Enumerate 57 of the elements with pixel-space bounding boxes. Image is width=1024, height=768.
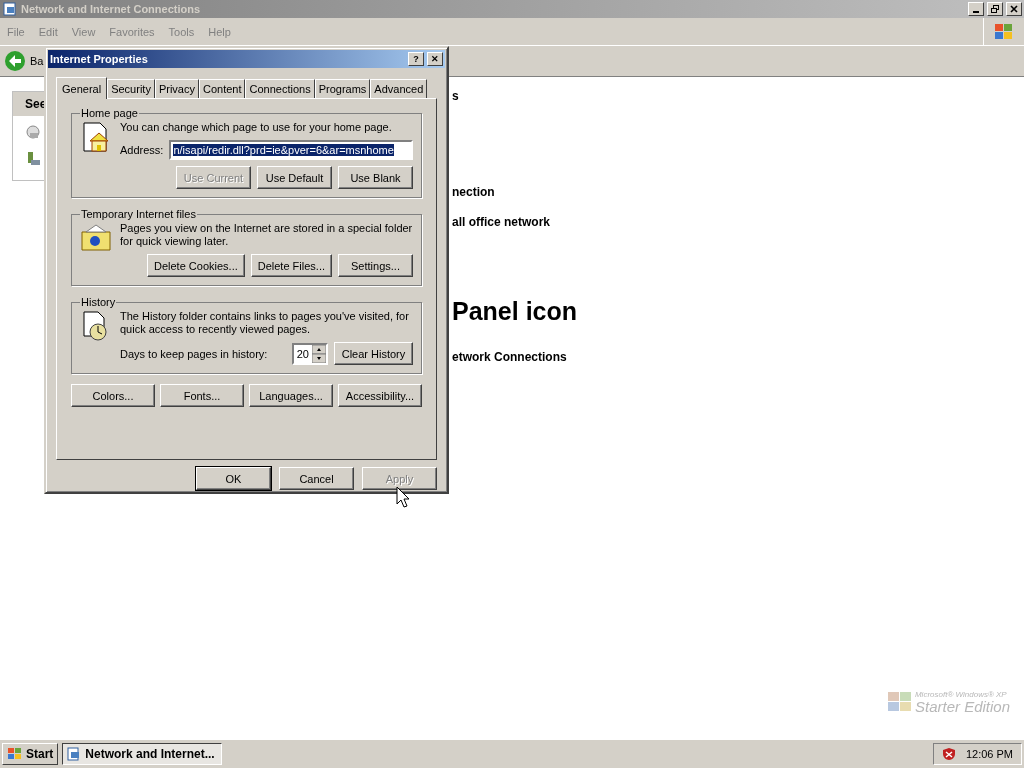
- minimize-button[interactable]: [968, 2, 984, 16]
- folder-icon: [80, 222, 112, 254]
- close-button[interactable]: ✕: [427, 52, 443, 66]
- tab[interactable]: Programs: [314, 79, 371, 98]
- window-icon: [67, 747, 82, 761]
- description-text: The History folder contains links to pages you've visited, for quick access to recently viewed pages.: [120, 310, 410, 336]
- dialog-title: Internet Properties: [50, 53, 149, 65]
- spin-arrows-icon[interactable]: [312, 344, 326, 363]
- dialog-button[interactable]: Use Default: [257, 166, 332, 189]
- task-link[interactable]: nection: [452, 185, 1024, 199]
- tab[interactable]: Security: [107, 79, 155, 98]
- dialog-button[interactable]: Languages...: [249, 384, 333, 407]
- dialog-button[interactable]: OK: [196, 467, 271, 490]
- dialog-button[interactable]: Fonts...: [160, 384, 244, 407]
- dialog-button[interactable]: Settings...: [338, 254, 413, 277]
- task-link[interactable]: etwork Connections: [452, 350, 1024, 364]
- dialog-button[interactable]: Delete Cookies...: [147, 254, 245, 277]
- section-heading: Panel icon: [452, 297, 579, 326]
- dialog-button[interactable]: Cancel: [279, 467, 354, 490]
- task-link[interactable]: s: [452, 89, 1024, 103]
- mouse-pointer-icon: [396, 486, 410, 508]
- description-text: Pages you view on the Internet are stored in a special folder for quick viewing later.: [120, 222, 413, 248]
- dialog-button[interactable]: Accessibility...: [338, 384, 422, 407]
- back-button[interactable]: Ba: [30, 55, 44, 67]
- taskbar-button[interactable]: Network and Internet...: [62, 743, 223, 765]
- tab[interactable]: Connections: [245, 79, 315, 98]
- help-button[interactable]: ?: [408, 52, 424, 66]
- start-button[interactable]: Start: [2, 743, 59, 765]
- window-title: Network and Internet Connections: [21, 3, 202, 15]
- description-text: You can change which page to use for your home page.: [120, 121, 393, 134]
- tab[interactable]: General: [56, 77, 108, 99]
- group-label: Temporary Internet files: [80, 208, 197, 220]
- dialog-button[interactable]: Delete Files...: [250, 254, 332, 277]
- tab[interactable]: Content: [198, 79, 246, 98]
- clock: 12:06 PM: [965, 748, 1013, 760]
- window-icon: [2, 1, 18, 17]
- logo-title: Starter Edition: [914, 699, 1010, 714]
- tab[interactable]: Privacy: [154, 79, 199, 98]
- group-label: History: [80, 296, 117, 308]
- address-label: Address:: [120, 144, 164, 156]
- days-spinbox[interactable]: 20: [291, 342, 328, 365]
- days-label: Days to keep pages in history:: [120, 347, 269, 360]
- dialog-button[interactable]: Clear History: [334, 342, 413, 365]
- dialog-button[interactable]: Use Blank: [338, 166, 413, 189]
- address-field[interactable]: n/isapi/redir.dll?prd=ie&pver=6&ar=msnhome: [169, 140, 413, 160]
- restore-icon: [991, 5, 999, 13]
- windows-logo-icon: [7, 747, 23, 761]
- tab[interactable]: Advanced: [370, 79, 428, 98]
- task-link[interactable]: all office network: [452, 215, 1024, 229]
- close-icon: [1010, 5, 1018, 13]
- dialog-button[interactable]: Colors...: [71, 384, 155, 407]
- windows-logo-icon: [886, 690, 913, 714]
- restore-button[interactable]: [987, 2, 1003, 16]
- shield-icon: [941, 747, 956, 761]
- group-label: Home page: [80, 107, 139, 119]
- logo-caption: Microsoft® Windows® XP: [914, 690, 1008, 699]
- close-button[interactable]: [1006, 2, 1022, 16]
